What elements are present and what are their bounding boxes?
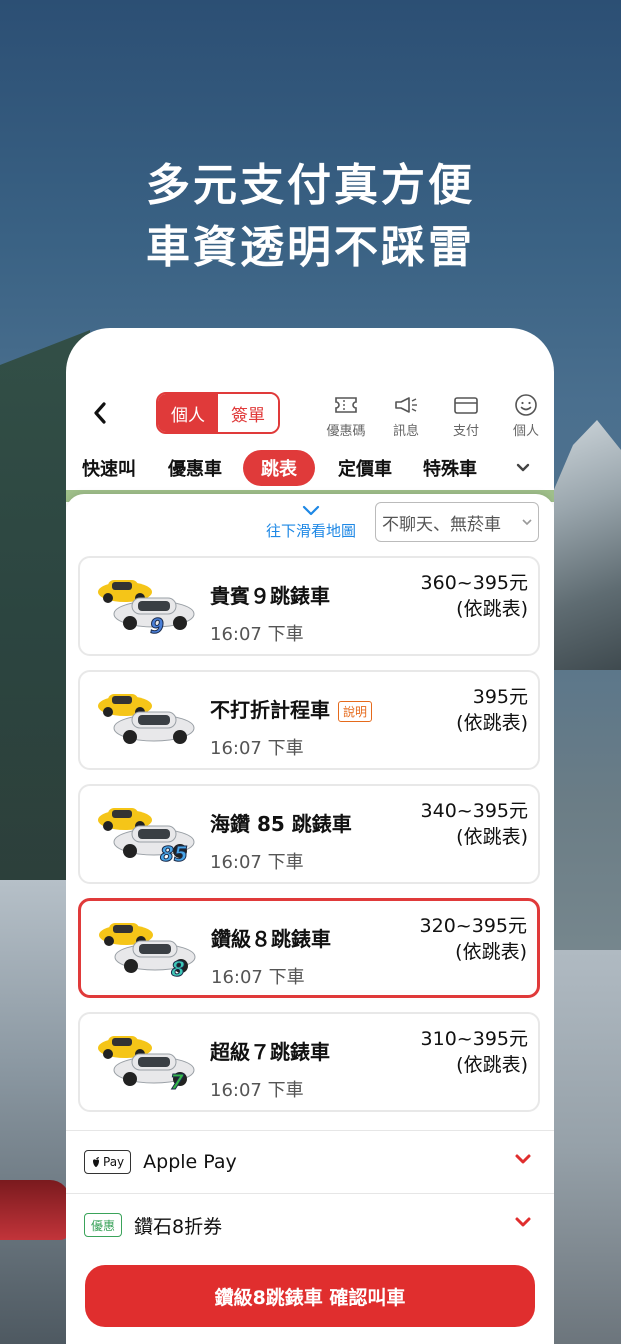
chevron-down-icon [515,1217,531,1227]
background-car-right [546,950,621,1344]
preference-filter-select[interactable]: 不聊天、無菸車 [375,502,539,542]
promo-code-button[interactable]: 優惠碼 [316,392,376,439]
card-icon [454,397,478,414]
smiley-icon [515,394,537,416]
payment-label: 支付 [452,424,479,439]
tab-quick-call[interactable]: 快速叫 [82,450,136,486]
payment-method-row[interactable]: Pay Apple Pay [66,1130,554,1193]
fare-note: (依跳表) [456,712,528,734]
ride-name: 不打折計程車 說明 [210,694,373,723]
fare-range: 310~395元 [420,1028,528,1050]
ride-option-card[interactable]: 不打折計程車 說明 16:07 下車 395元 (依跳表) [78,670,540,770]
explain-badge[interactable]: 說明 [338,701,373,722]
car-illustration [98,580,195,630]
chevron-down-icon [302,505,320,516]
car-tail-light [0,1180,70,1240]
headline-line1: 多元支付真方便 [146,160,475,211]
fare-estimate: 310~395元 (依跳表) [421,1026,528,1078]
fare-estimate: 395元 (依跳表) [456,684,528,736]
chevron-down-icon [515,1154,531,1164]
top-bar: 個人 簽單 優惠碼 訊息 支付 個人 [66,388,554,444]
dropoff-time: 16:07 下車 [210,1080,304,1101]
tier-badge: 8 [171,957,186,982]
ride-options-sheet: 往下滑看地圖 不聊天、無菸車 9 貴賓９跳錶車 16:07 下車 360~395… [66,494,554,1134]
dropdown-arrow-icon [522,519,532,526]
filter-value: 不聊天、無菸車 [382,514,501,535]
ride-option-card[interactable]: 7 超級７跳錶車 16:07 下車 310~395元 (依跳表) [78,1012,540,1112]
fare-note: (依跳表) [456,598,528,620]
fare-note: (依跳表) [455,941,527,963]
ride-name: 鑽級８跳錶車 [211,927,331,951]
dropoff-time: 16:07 下車 [210,852,304,873]
apple-icon [93,1157,99,1167]
tab-special-car[interactable]: 特殊車 [423,450,477,486]
promo-headline: 多元支付真方便 車資透明不踩雷 [0,155,621,279]
fare-range: 320~395元 [419,915,527,937]
segment-personal[interactable]: 個人 [158,394,218,432]
headline-line2: 車資透明不踩雷 [146,222,475,273]
fare-estimate: 320~395元 (依跳表) [420,913,527,965]
coupon-label: 鑽石8折券 [134,1215,223,1238]
tier-badge: 9 [150,614,165,639]
ride-name-text: 不打折計程車 [210,698,330,722]
tier-badge: 7 [170,1070,185,1095]
segment-invoice[interactable]: 簽單 [218,394,278,432]
tab-discount-car[interactable]: 優惠車 [168,450,222,486]
fare-range: 360~395元 [420,572,528,594]
scroll-hint-label: 往下滑看地圖 [265,522,356,540]
car-illustration [98,1036,195,1086]
scroll-to-map-hint[interactable]: 往下滑看地圖 [258,504,364,541]
phone-screen: 個人 簽單 優惠碼 訊息 支付 個人 快速叫 優惠車 跳表 定價車 特殊車 往下… [66,328,554,1344]
ride-name: 超級７跳錶車 [210,1040,330,1064]
dropoff-time: 16:07 下車 [210,738,304,759]
dropoff-time: 16:07 下車 [211,967,305,988]
fare-estimate: 360~395元 (依跳表) [421,570,528,622]
category-tabs: 快速叫 優惠車 跳表 定價車 特殊車 [66,448,554,488]
confirm-ride-button[interactable]: 鑽級8跳錶車 確認叫車 [85,1265,535,1327]
ticket-icon [335,397,357,413]
ride-name: 貴賓９跳錶車 [210,584,330,608]
fare-range: 395元 [472,686,528,708]
chevron-left-icon [94,402,106,424]
account-type-toggle: 個人 簽單 [156,392,280,434]
ride-option-card[interactable]: 85 海鑽 85 跳錶車 16:07 下車 340~395元 (依跳表) [78,784,540,884]
apple-pay-badge-text: Pay [103,1155,125,1169]
fare-range: 340~395元 [420,800,528,822]
messages-button[interactable]: 訊息 [376,392,436,439]
apple-pay-badge: Pay [84,1150,132,1174]
fare-estimate: 340~395元 (依跳表) [421,798,528,850]
messages-label: 訊息 [392,424,419,439]
coupon-row[interactable]: 優惠 鑽石8折券 [66,1193,554,1256]
ride-option-card[interactable]: 9 貴賓９跳錶車 16:07 下車 360~395元 (依跳表) [78,556,540,656]
tab-fixed-price[interactable]: 定價車 [338,450,392,486]
payment-method-label: Apple Pay [143,1151,237,1173]
ride-name: 海鑽 85 跳錶車 [210,812,352,836]
payment-button[interactable]: 支付 [436,392,496,439]
more-tabs-button[interactable] [512,456,534,478]
promo-code-label: 優惠碼 [326,424,366,439]
profile-button[interactable]: 個人 [496,392,554,439]
fare-note: (依跳表) [456,1054,528,1076]
top-icon-row: 優惠碼 訊息 支付 個人 [316,392,554,439]
megaphone-icon [395,397,417,413]
car-illustration [98,694,195,744]
ride-option-card-selected[interactable]: 8 鑽級８跳錶車 16:07 下車 320~395元 (依跳表) [78,898,540,998]
dropoff-time: 16:07 下車 [210,624,304,645]
chevron-down-icon [516,463,530,472]
car-illustration [99,923,196,973]
promo-badge: 優惠 [84,1213,123,1237]
profile-label: 個人 [512,424,539,439]
tab-meter[interactable]: 跳表 [243,450,315,486]
back-button[interactable] [88,398,114,428]
tier-badge: 85 [160,842,189,867]
fare-note: (依跳表) [456,826,528,848]
